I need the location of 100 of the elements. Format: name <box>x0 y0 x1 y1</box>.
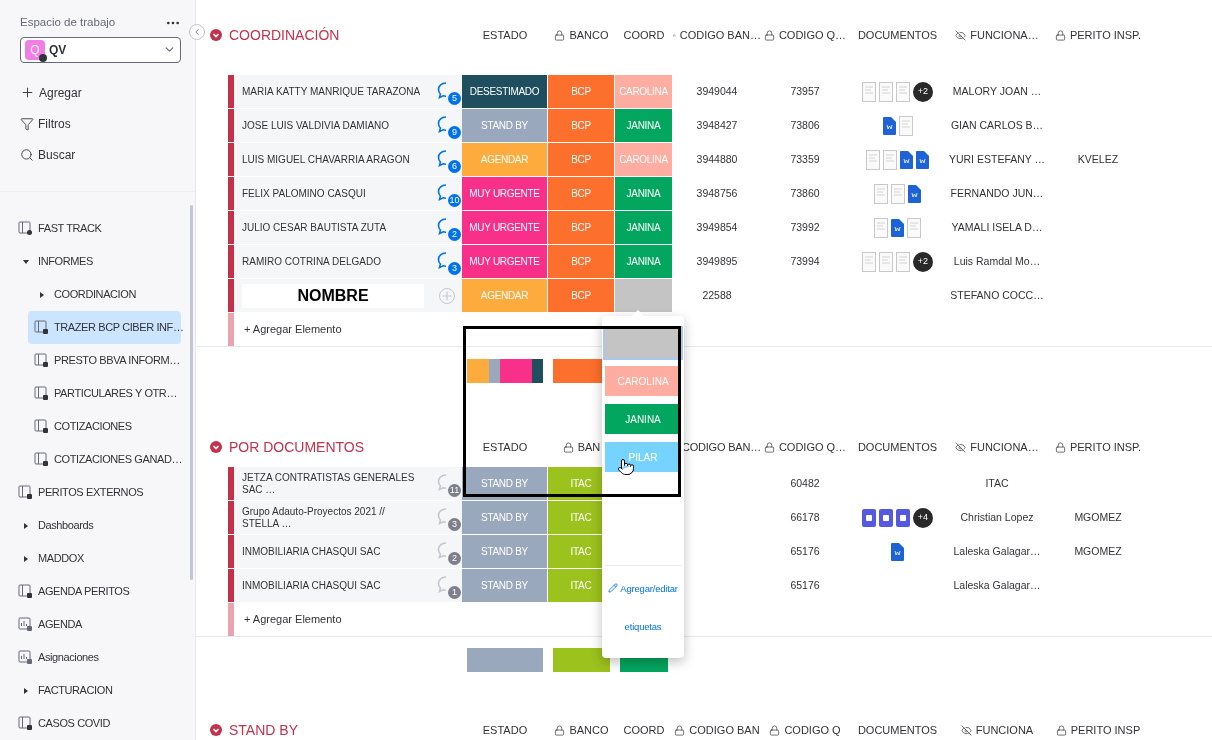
column-header[interactable]: FUNCIONA <box>946 721 1048 739</box>
label-option[interactable] <box>605 328 681 358</box>
locked-board-icon <box>18 485 33 500</box>
group-title[interactable]: STAND BY <box>229 719 298 740</box>
sidebar-item[interactable]: FACTURACION <box>16 674 181 707</box>
word-file-icon[interactable] <box>908 184 921 203</box>
file-thumbnail-icon[interactable] <box>862 251 876 272</box>
status-cell[interactable]: MUY URGENTE <box>462 211 548 244</box>
column-header[interactable]: ESTADO <box>462 721 548 739</box>
sidebar-item[interactable]: AGENDA <box>16 608 181 641</box>
word-file-icon[interactable] <box>916 150 929 169</box>
file-thumbnail-icon[interactable] <box>896 251 910 272</box>
file-thumbnail-icon[interactable] <box>891 183 905 204</box>
status-cell[interactable] <box>615 279 673 312</box>
file-thumbnail-icon[interactable] <box>883 149 897 170</box>
table-cell-text: MGOMEZ <box>1074 543 1122 559</box>
column-header[interactable]: FUNCIONA… <box>946 26 1048 44</box>
sidebar-item[interactable]: PERITOS EXTERNOS <box>16 476 181 509</box>
sidebar-action[interactable]: Filtros <box>20 113 181 134</box>
group-collapse-icon[interactable] <box>210 441 222 453</box>
group-title[interactable]: POR DOCUMENTOS <box>229 436 365 458</box>
document-file-icon[interactable] <box>896 508 910 527</box>
word-file-icon[interactable] <box>900 150 913 169</box>
file-thumbnail-icon[interactable] <box>907 217 921 238</box>
word-file-icon[interactable] <box>891 218 904 237</box>
column-header[interactable]: COORD <box>615 26 673 44</box>
sidebar-item[interactable]: PARTICULARES Y OTR… <box>28 377 181 410</box>
status-cell[interactable]: DESESTIMADO <box>462 75 548 108</box>
column-header[interactable]: PERITO INSP <box>1048 721 1148 739</box>
column-header[interactable]: BANCO <box>548 26 615 44</box>
status-summary-bar[interactable] <box>553 648 610 672</box>
scrollbar[interactable] <box>190 205 193 580</box>
word-file-icon[interactable] <box>882 116 896 135</box>
column-header[interactable]: CODIGO BAN <box>673 721 761 739</box>
file-thumbnail-icon[interactable] <box>866 149 880 170</box>
more-files-count[interactable]: +2 <box>913 81 933 102</box>
status-summary-bar[interactable] <box>467 359 543 383</box>
caret-right-icon[interactable] <box>21 554 30 563</box>
column-header[interactable]: COORD <box>615 721 673 739</box>
add-item-button[interactable]: + Agregar Elemento <box>228 313 462 346</box>
sidebar-action[interactable]: Agregar <box>20 82 181 103</box>
dashboard-icon <box>18 650 33 665</box>
caret-right-icon[interactable] <box>21 686 30 695</box>
table-cell-text: 73359 <box>790 151 820 167</box>
caret-down-icon[interactable] <box>21 257 30 266</box>
column-header[interactable]: ESTADO <box>462 438 548 456</box>
table-cell-text: YURI ESTEFANY … <box>948 151 1046 167</box>
table-cell-text: 65176 <box>790 543 820 559</box>
column-header[interactable]: CODIGO Q… <box>761 26 849 44</box>
more-files-count[interactable]: +4 <box>913 507 933 528</box>
workspace-dropdown[interactable]: Q QV <box>20 37 181 63</box>
sidebar-item[interactable]: INFORMES <box>16 245 181 278</box>
column-header[interactable]: PERITO INSP. <box>1048 438 1148 456</box>
dashboard-icon <box>18 617 33 632</box>
column-header[interactable]: CODIGO Q… <box>761 438 849 456</box>
search-icon <box>20 147 34 162</box>
sidebar-item[interactable]: Dashboards <box>16 509 181 542</box>
file-thumbnail-icon[interactable] <box>879 251 893 272</box>
column-header[interactable]: PERITO INSP. <box>1048 26 1148 44</box>
file-thumbnail-icon[interactable] <box>879 81 893 102</box>
more-files-count[interactable]: +2 <box>913 251 933 272</box>
sidebar-item[interactable]: FAST TRACK <box>16 212 181 245</box>
add-item-button[interactable]: + Agregar Elemento <box>228 603 462 636</box>
column-header[interactable]: ESTADO <box>462 26 548 44</box>
sidebar-item[interactable]: TRAZER BCP CIBER INF… <box>28 311 181 344</box>
word-file-icon[interactable] <box>891 542 904 561</box>
column-header[interactable]: DOCUMENTOS <box>849 721 946 739</box>
table-cell-text: Laleska Galagar… <box>953 543 1041 559</box>
group-collapse-icon[interactable] <box>210 29 222 41</box>
file-thumbnail-icon[interactable] <box>896 81 910 102</box>
document-file-icon[interactable] <box>879 508 893 527</box>
sidebar-item[interactable]: CASOS COVID <box>16 707 181 740</box>
status-cell[interactable]: MUY URGENTE <box>462 245 548 278</box>
sidebar-item[interactable]: Asignaciones <box>16 641 181 674</box>
name-input[interactable]: NOMBRE <box>242 283 424 308</box>
sidebar-item[interactable]: COTIZACIONES GANAD… <box>28 443 181 476</box>
column-header[interactable]: FUNCIONA… <box>946 438 1048 456</box>
sidebar-action[interactable]: Buscar <box>20 144 181 165</box>
group-title[interactable]: COORDINACIÓN <box>229 24 340 46</box>
sidebar-item[interactable]: MADDOX <box>16 542 181 575</box>
sidebar-item[interactable]: COORDINACION <box>28 278 181 311</box>
sidebar-item[interactable]: PRESTO BBVA INFORM… <box>28 344 181 377</box>
file-thumbnail-icon[interactable] <box>898 115 913 136</box>
file-thumbnail-icon[interactable] <box>874 217 888 238</box>
column-header[interactable]: DOCUMENTOS <box>849 438 946 456</box>
table-cell-text: 66178 <box>790 509 820 525</box>
column-header[interactable]: CODIGO Q <box>761 721 849 739</box>
sidebar-item[interactable]: AGENDA PERITOS <box>16 575 181 608</box>
column-header[interactable]: DOCUMENTOS <box>849 26 946 44</box>
locked-board-icon <box>18 716 33 731</box>
group-collapse-icon[interactable] <box>210 724 222 736</box>
sidebar-item[interactable]: COTIZACIONES <box>28 410 181 443</box>
column-header[interactable]: BANCO <box>548 721 615 739</box>
status-cell[interactable]: MUY URGENTE <box>462 177 548 210</box>
column-header[interactable]: CODIGO BAN… <box>673 26 761 44</box>
file-thumbnail-icon[interactable] <box>862 81 876 102</box>
document-file-icon[interactable] <box>862 508 876 527</box>
caret-right-icon[interactable] <box>37 290 46 299</box>
file-thumbnail-icon[interactable] <box>874 183 888 204</box>
caret-right-icon[interactable] <box>21 521 30 530</box>
